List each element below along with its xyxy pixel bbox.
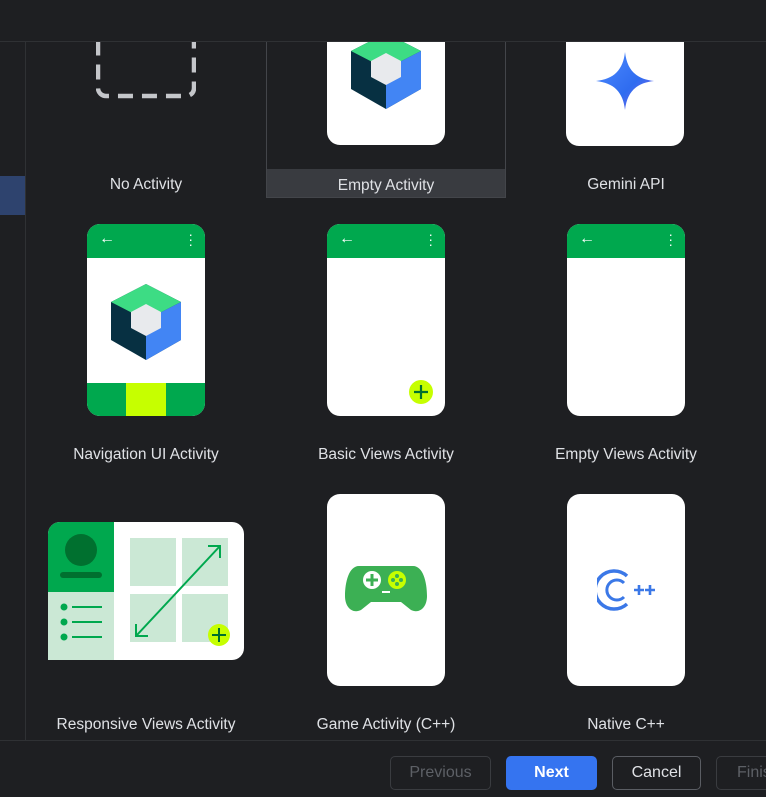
template-native-cpp[interactable]: Native C++: [506, 494, 746, 740]
phone-preview: ← · · ·: [567, 224, 685, 416]
template-gemini-api[interactable]: Gemini API: [506, 42, 746, 200]
more-vert-icon: · · ·: [188, 226, 193, 252]
bottom-nav-selected-item: [126, 383, 166, 416]
template-no-activity[interactable]: No Activity: [26, 42, 266, 200]
template-label: Empty Views Activity: [555, 446, 697, 463]
phone-preview: [327, 494, 445, 686]
finish-button[interactable]: Finish: [716, 756, 766, 790]
template-grid: No Activity Empty Activity Gemini API ← …: [26, 42, 766, 740]
category-sidebar: [0, 42, 26, 740]
bottom-navigation: [87, 383, 205, 416]
template-empty-views-activity[interactable]: ← · · · Empty Views Activity: [506, 224, 746, 474]
phone-preview: ← · · ·: [327, 224, 445, 416]
app-bar: ← · · ·: [87, 224, 205, 258]
template-navigation-ui-activity[interactable]: ← · · · Navigation UI Activity: [26, 224, 266, 474]
previous-button[interactable]: Previous: [390, 756, 491, 790]
template-label: Empty Activity: [337, 177, 435, 194]
arrow-back-icon: ←: [339, 230, 355, 247]
phone-preview: [566, 42, 684, 146]
more-vert-icon: · · ·: [668, 226, 673, 252]
phone-preview: [327, 42, 445, 145]
phone-preview: ← · · ·: [87, 224, 205, 416]
template-label: Responsive Views Activity: [56, 716, 236, 733]
template-label: Basic Views Activity: [318, 446, 454, 463]
dialog-header: [0, 0, 766, 42]
dashed-square-icon: [96, 42, 196, 99]
next-button[interactable]: Next: [506, 756, 597, 790]
template-label: Gemini API: [587, 176, 665, 193]
template-label: Navigation UI Activity: [73, 446, 219, 463]
sidebar-selected-item[interactable]: [0, 176, 25, 215]
app-bar: ← · · ·: [327, 224, 445, 258]
dialog-footer: Previous Next Cancel Finish: [0, 740, 766, 797]
template-label: Native C++: [587, 716, 665, 733]
cancel-button[interactable]: Cancel: [612, 756, 701, 790]
app-bar: ← · · ·: [567, 224, 685, 258]
fab-add-icon: [409, 380, 433, 404]
gemini-sparkle-icon: [596, 52, 654, 110]
compose-cube-icon: [111, 284, 181, 360]
arrow-back-icon: ←: [99, 230, 115, 247]
template-empty-activity[interactable]: Empty Activity: [266, 42, 506, 198]
template-game-activity-cpp[interactable]: Game Activity (C++): [266, 494, 506, 740]
template-label: Game Activity (C++): [316, 716, 456, 733]
gamepad-icon: [345, 566, 427, 612]
more-vert-icon: · · ·: [428, 226, 433, 252]
arrow-back-icon: ←: [579, 230, 595, 247]
template-basic-views-activity[interactable]: ← · · · Basic Views Activity: [266, 224, 506, 474]
compose-cube-icon: [351, 42, 421, 109]
template-label: No Activity: [109, 176, 183, 193]
responsive-views-icon: [48, 522, 244, 660]
phone-preview: [567, 494, 685, 686]
cpp-logo-icon: [597, 569, 655, 611]
template-responsive-views-activity[interactable]: Responsive Views Activity: [26, 494, 266, 740]
